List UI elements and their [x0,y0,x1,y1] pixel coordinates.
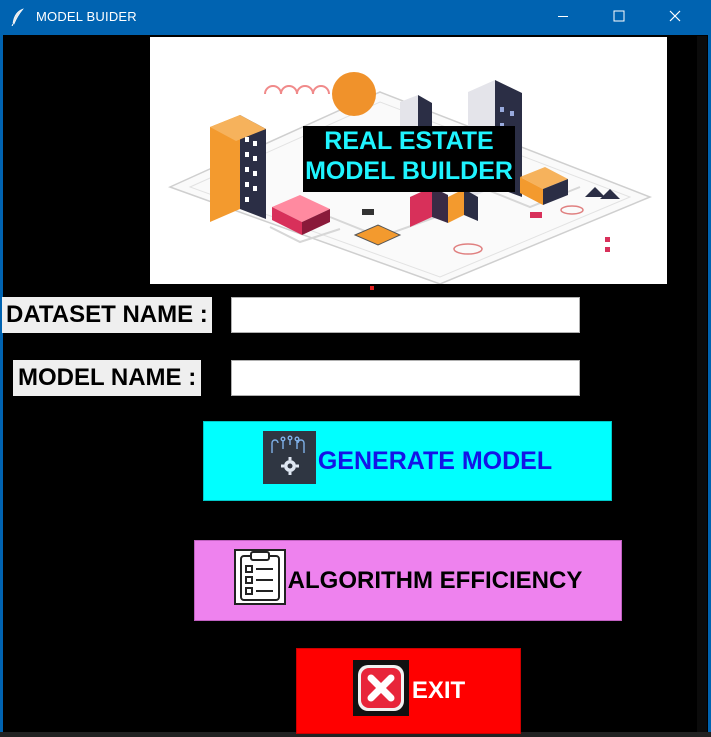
close-button[interactable] [652,0,698,35]
minimize-icon [557,9,569,27]
banner-title-line-1: REAL ESTATE [324,127,494,155]
marker-dot [370,286,374,290]
clipboard-checklist-icon [233,549,286,612]
dataset-name-label: DATASET NAME : [2,297,212,333]
generate-model-label: GENERATE MODEL [317,446,553,475]
feather-icon [10,8,26,27]
window-border-left [0,35,3,737]
close-icon [669,9,681,27]
dataset-name-input[interactable] [231,297,580,333]
minimize-button[interactable] [540,0,586,35]
banner-title: REAL ESTATE MODEL BUILDER [303,126,515,192]
banner-image: REAL ESTATE MODEL BUILDER [150,37,667,284]
maximize-button[interactable] [596,0,642,35]
scrollbar[interactable] [697,36,707,736]
title-bar: MODEL BUIDER [0,0,711,35]
algorithm-efficiency-button[interactable]: ALGORITHM EFFICIENCY [194,540,622,621]
app-window: MODEL BUIDER REAL ESTATE MODEL BUILDER D… [0,0,711,737]
exit-label: EXIT [411,677,466,704]
circuit-gear-icon [262,431,316,491]
maximize-icon [613,9,625,27]
exit-button[interactable]: EXIT [296,648,521,734]
algorithm-efficiency-label: ALGORITHM EFFICIENCY [287,566,583,594]
generate-model-button[interactable]: GENERATE MODEL [203,421,612,501]
close-x-icon [352,659,410,724]
banner-title-line-2: MODEL BUILDER [305,157,513,185]
model-name-label: MODEL NAME : [13,360,202,396]
model-name-input[interactable] [231,360,580,396]
window-title: MODEL BUIDER [36,9,137,24]
